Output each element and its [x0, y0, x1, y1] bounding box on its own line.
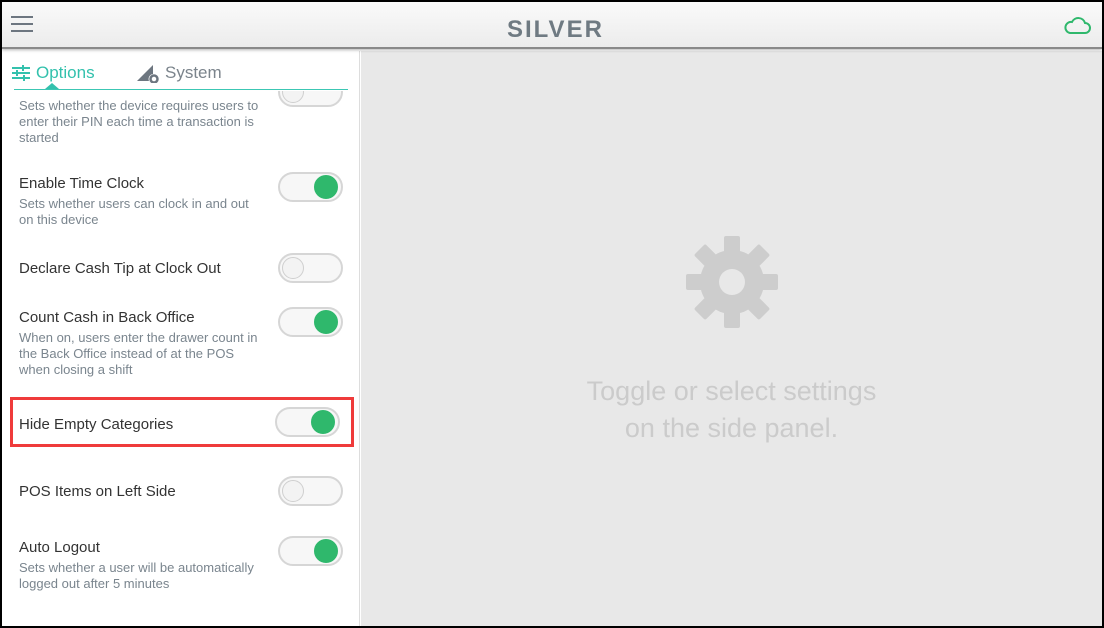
enable-time-clock-toggle[interactable] — [278, 172, 343, 202]
hide-empty-categories-toggle[interactable] — [275, 407, 340, 437]
setting-description: When on, users enter the drawer count in… — [19, 330, 258, 377]
setting-description: Sets whether users can clock in and out … — [19, 196, 249, 227]
main-panel: Toggle or select settings on the side pa… — [361, 51, 1102, 626]
tab-system[interactable]: System — [137, 63, 222, 83]
hamburger-icon[interactable] — [11, 16, 33, 32]
tab-options-label: Options — [36, 63, 95, 82]
empty-state-message: Toggle or select settings on the side pa… — [361, 373, 1102, 447]
tab-options[interactable]: Options — [12, 63, 95, 83]
message-line-1: Toggle or select settings — [586, 376, 877, 406]
logo: SILVER — [507, 16, 604, 43]
count-cash-back-office-toggle[interactable] — [278, 307, 343, 337]
tab-system-label: System — [165, 63, 222, 82]
settings-side-panel: Options System Sets whether the device r… — [2, 51, 360, 626]
cloud-icon[interactable] — [1062, 14, 1092, 36]
sliders-icon — [12, 65, 30, 81]
message-line-2: on the side panel. — [624, 413, 839, 443]
tab-divider — [14, 89, 348, 90]
header: SILVER — [2, 2, 1102, 49]
gear-icon — [686, 236, 778, 328]
system-gear-icon — [137, 65, 159, 83]
setting-description: Sets whether a user will be automaticall… — [19, 560, 254, 591]
pos-items-left-toggle[interactable] — [278, 476, 343, 506]
auto-logout-toggle[interactable] — [278, 536, 343, 566]
declare-cash-tip-toggle[interactable] — [278, 253, 343, 283]
setting-description: Sets whether the device requires users t… — [19, 98, 259, 145]
app-window: SILVER Options System Sets whether the d… — [2, 2, 1102, 626]
tab-bar: Options System — [2, 51, 359, 91]
